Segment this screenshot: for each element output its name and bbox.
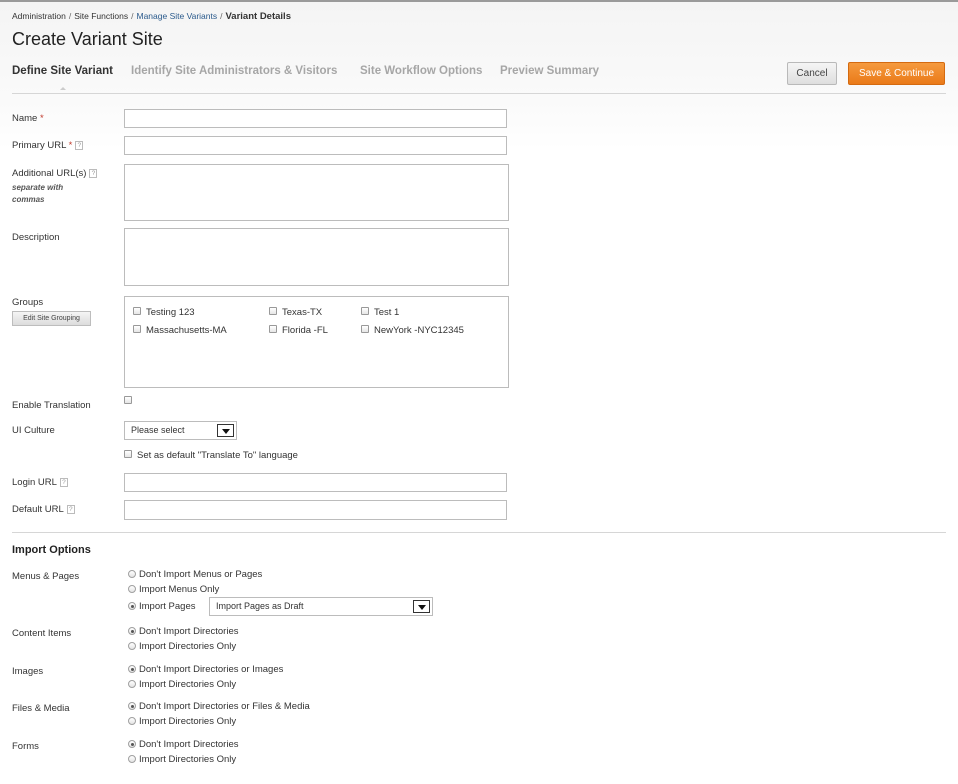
group-label-newyork: NewYork -NYC12345 bbox=[374, 325, 464, 336]
required-mark: * bbox=[39, 113, 44, 124]
group-checkbox-florida[interactable] bbox=[269, 325, 277, 333]
import-pages-mode-selected: Import Pages as Draft bbox=[216, 601, 304, 611]
radio-files-dont-import[interactable] bbox=[128, 702, 136, 710]
chevron-down-icon[interactable] bbox=[413, 600, 430, 613]
radio-label-content-directories-only: Import Directories Only bbox=[139, 641, 237, 652]
primary-url-label: Primary URL *? bbox=[12, 140, 84, 151]
tab-define-site-variant[interactable]: Define Site Variant bbox=[12, 65, 113, 77]
default-url-label: Default URL? bbox=[12, 504, 75, 515]
forms-label: Forms bbox=[12, 741, 39, 752]
group-checkbox-newyork[interactable] bbox=[361, 325, 369, 333]
import-options-title: Import Options bbox=[12, 544, 91, 556]
radio-label-content-dont-import: Don't Import Directories bbox=[139, 626, 239, 637]
required-mark: * bbox=[68, 140, 73, 151]
edit-site-grouping-button[interactable]: Edit Site Grouping bbox=[12, 311, 91, 326]
default-url-input[interactable] bbox=[124, 500, 507, 520]
group-label-florida: Florida -FL bbox=[282, 325, 328, 336]
radio-content-directories-only[interactable] bbox=[128, 642, 136, 650]
description-label: Description bbox=[12, 232, 60, 243]
top-border bbox=[0, 0, 958, 2]
primary-url-input[interactable] bbox=[124, 136, 507, 155]
group-label-test-1: Test 1 bbox=[374, 307, 400, 318]
radio-import-menus-only[interactable] bbox=[128, 585, 136, 593]
radio-label-forms-directories-only: Import Directories Only bbox=[139, 754, 237, 765]
breadcrumb-separator: / bbox=[131, 11, 134, 21]
enable-translation-label: Enable Translation bbox=[12, 400, 91, 411]
default-url-label-text: Default URL bbox=[12, 504, 64, 515]
tab-divider bbox=[12, 93, 946, 94]
tab-identify-administrators[interactable]: Identify Site Administrators & Visitors bbox=[131, 65, 337, 77]
breadcrumb: Administration / Site Functions / Manage Sit… bbox=[12, 11, 291, 22]
radio-files-directories-only[interactable] bbox=[128, 717, 136, 725]
login-url-label: Login URL? bbox=[12, 477, 68, 488]
additional-urls-hint: separate with commas bbox=[12, 183, 64, 204]
section-divider bbox=[12, 532, 946, 533]
login-url-label-text: Login URL bbox=[12, 477, 57, 488]
radio-import-pages[interactable] bbox=[128, 602, 136, 610]
radio-label-files-dont-import: Don't Import Directories or Files & Medi… bbox=[139, 701, 310, 712]
help-icon[interactable]: ? bbox=[75, 141, 84, 150]
group-checkbox-massachusetts[interactable] bbox=[133, 325, 141, 333]
breadcrumb-manage-site-variants[interactable]: Manage Site Variants bbox=[136, 11, 217, 21]
help-icon[interactable]: ? bbox=[89, 169, 98, 178]
group-checkbox-texas[interactable] bbox=[269, 307, 277, 315]
radio-label-forms-dont-import: Don't Import Directories bbox=[139, 739, 239, 750]
radio-images-dont-import[interactable] bbox=[128, 665, 136, 673]
save-continue-button[interactable]: Save & Continue bbox=[848, 62, 945, 85]
additional-urls-textarea[interactable] bbox=[124, 164, 509, 221]
breadcrumb-administration[interactable]: Administration bbox=[12, 11, 66, 21]
login-url-input[interactable] bbox=[124, 473, 507, 492]
primary-url-label-text: Primary URL bbox=[12, 140, 67, 151]
name-label: Name * bbox=[12, 113, 44, 124]
radio-label-files-directories-only: Import Directories Only bbox=[139, 716, 237, 727]
breadcrumb-separator: / bbox=[220, 11, 223, 21]
radio-label-import-pages: Import Pages bbox=[139, 601, 196, 612]
additional-urls-label: Additional URL(s)? bbox=[12, 168, 98, 179]
default-translate-checkbox[interactable] bbox=[124, 450, 132, 458]
images-label: Images bbox=[12, 666, 44, 677]
ui-culture-label: UI Culture bbox=[12, 425, 55, 436]
group-label-testing-123: Testing 123 bbox=[146, 307, 195, 318]
import-pages-mode-select[interactable]: Import Pages as Draft bbox=[209, 597, 433, 616]
radio-label-dont-import-menus-pages: Don't Import Menus or Pages bbox=[139, 569, 263, 580]
radio-dont-import-menus-pages[interactable] bbox=[128, 570, 136, 578]
chevron-down-icon[interactable] bbox=[217, 424, 234, 437]
radio-forms-directories-only[interactable] bbox=[128, 755, 136, 763]
radio-label-images-directories-only: Import Directories Only bbox=[139, 679, 237, 690]
content-items-label: Content Items bbox=[12, 628, 72, 639]
tab-site-workflow-options[interactable]: Site Workflow Options bbox=[360, 65, 482, 77]
files-media-label: Files & Media bbox=[12, 703, 70, 714]
enable-translation-checkbox[interactable] bbox=[124, 396, 132, 404]
ui-culture-selected: Please select bbox=[131, 425, 185, 435]
name-input[interactable] bbox=[124, 109, 507, 128]
additional-urls-label-text: Additional URL(s) bbox=[12, 168, 87, 179]
breadcrumb-current: Variant Details bbox=[225, 11, 291, 22]
radio-label-import-menus-only: Import Menus Only bbox=[139, 584, 220, 595]
cancel-button[interactable]: Cancel bbox=[787, 62, 837, 85]
group-checkbox-testing-123[interactable] bbox=[133, 307, 141, 315]
menus-pages-label: Menus & Pages bbox=[12, 571, 80, 582]
group-checkbox-test-1[interactable] bbox=[361, 307, 369, 315]
help-icon[interactable]: ? bbox=[59, 478, 68, 487]
tab-preview-summary[interactable]: Preview Summary bbox=[500, 65, 599, 77]
ui-culture-select[interactable]: Please select bbox=[124, 421, 237, 440]
radio-forms-dont-import[interactable] bbox=[128, 740, 136, 748]
name-label-text: Name bbox=[12, 113, 38, 124]
group-label-texas: Texas-TX bbox=[282, 307, 323, 318]
description-textarea[interactable] bbox=[124, 228, 509, 286]
help-icon[interactable]: ? bbox=[66, 505, 75, 514]
groups-label: Groups bbox=[12, 297, 44, 308]
active-tab-indicator bbox=[60, 87, 66, 90]
radio-content-dont-import[interactable] bbox=[128, 627, 136, 635]
radio-label-images-dont-import: Don't Import Directories or Images bbox=[139, 664, 284, 675]
radio-images-directories-only[interactable] bbox=[128, 680, 136, 688]
group-label-massachusetts: Massachusetts-MA bbox=[146, 325, 227, 336]
breadcrumb-site-functions[interactable]: Site Functions bbox=[74, 11, 128, 21]
breadcrumb-separator: / bbox=[68, 11, 72, 21]
default-translate-label: Set as default "Translate To" language bbox=[137, 450, 298, 461]
page-title: Create Variant Site bbox=[12, 29, 163, 49]
